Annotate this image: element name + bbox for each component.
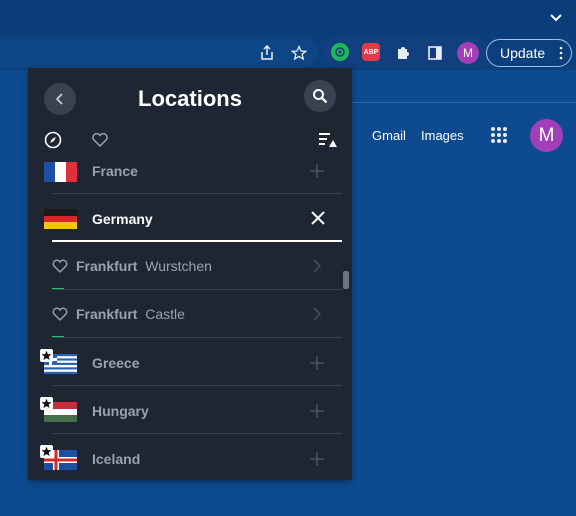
server-name: Wurstchen (145, 258, 212, 274)
heart-icon[interactable] (52, 259, 68, 273)
vpn-extension-icon[interactable] (331, 43, 349, 61)
account-avatar[interactable]: M (530, 119, 563, 152)
update-label: Update (500, 45, 546, 61)
country-row-iceland[interactable]: Iceland (28, 434, 352, 480)
plus-icon[interactable] (308, 450, 326, 468)
city-row-frankfurt-castle[interactable]: Frankfurt Castle (28, 290, 352, 338)
city-row-frankfurt-wurstchen[interactable]: Frankfurt Wurstchen (28, 242, 352, 290)
star-icon (40, 445, 53, 458)
search-button[interactable] (304, 80, 336, 112)
plus-icon[interactable] (308, 354, 326, 372)
country-row-germany[interactable]: Germany (28, 194, 352, 242)
search-icon (313, 89, 328, 104)
close-icon[interactable] (309, 209, 327, 227)
images-link[interactable]: Images (421, 128, 464, 143)
apps-grid-icon[interactable] (490, 126, 508, 144)
plus-icon[interactable] (308, 402, 326, 420)
chevron-down-icon[interactable] (546, 7, 566, 27)
country-row-france[interactable]: France (28, 146, 352, 194)
scrollbar-thumb[interactable] (343, 271, 349, 289)
country-row-greece[interactable]: Greece (28, 338, 352, 386)
adblock-extension-icon[interactable]: ABP (362, 43, 380, 61)
city-name: Frankfurt (76, 258, 138, 274)
puzzle-extensions-icon[interactable] (392, 42, 414, 64)
country-name: Germany (92, 211, 153, 227)
country-name: France (92, 163, 138, 179)
chevron-right-icon[interactable] (311, 258, 323, 274)
profile-avatar[interactable]: M (457, 42, 479, 64)
side-panel-icon[interactable] (424, 42, 446, 64)
star-icon (40, 349, 53, 362)
page-divider (352, 102, 576, 103)
france-flag-icon (44, 162, 77, 182)
heart-icon[interactable] (52, 307, 68, 321)
share-icon[interactable] (256, 42, 278, 64)
more-menu-icon[interactable] (559, 46, 563, 60)
city-label: Frankfurt Castle (76, 306, 185, 322)
star-icon (40, 397, 53, 410)
germany-flag-icon (44, 209, 77, 229)
update-button[interactable]: Update (486, 39, 572, 67)
chevron-right-icon[interactable] (311, 306, 323, 322)
city-name: Frankfurt (76, 306, 138, 322)
plus-icon[interactable] (308, 162, 326, 180)
title-bar (0, 0, 576, 36)
country-name: Iceland (92, 451, 141, 467)
locations-popup: Locations France Germany Frankfurt Wurst… (28, 68, 352, 480)
country-name: Greece (92, 355, 140, 371)
country-row-hungary[interactable]: Hungary (28, 386, 352, 434)
city-label: Frankfurt Wurstchen (76, 258, 212, 274)
gmail-link[interactable]: Gmail (372, 128, 406, 143)
country-name: Hungary (92, 403, 149, 419)
server-name: Castle (145, 306, 185, 322)
bookmark-star-icon[interactable] (288, 42, 310, 64)
